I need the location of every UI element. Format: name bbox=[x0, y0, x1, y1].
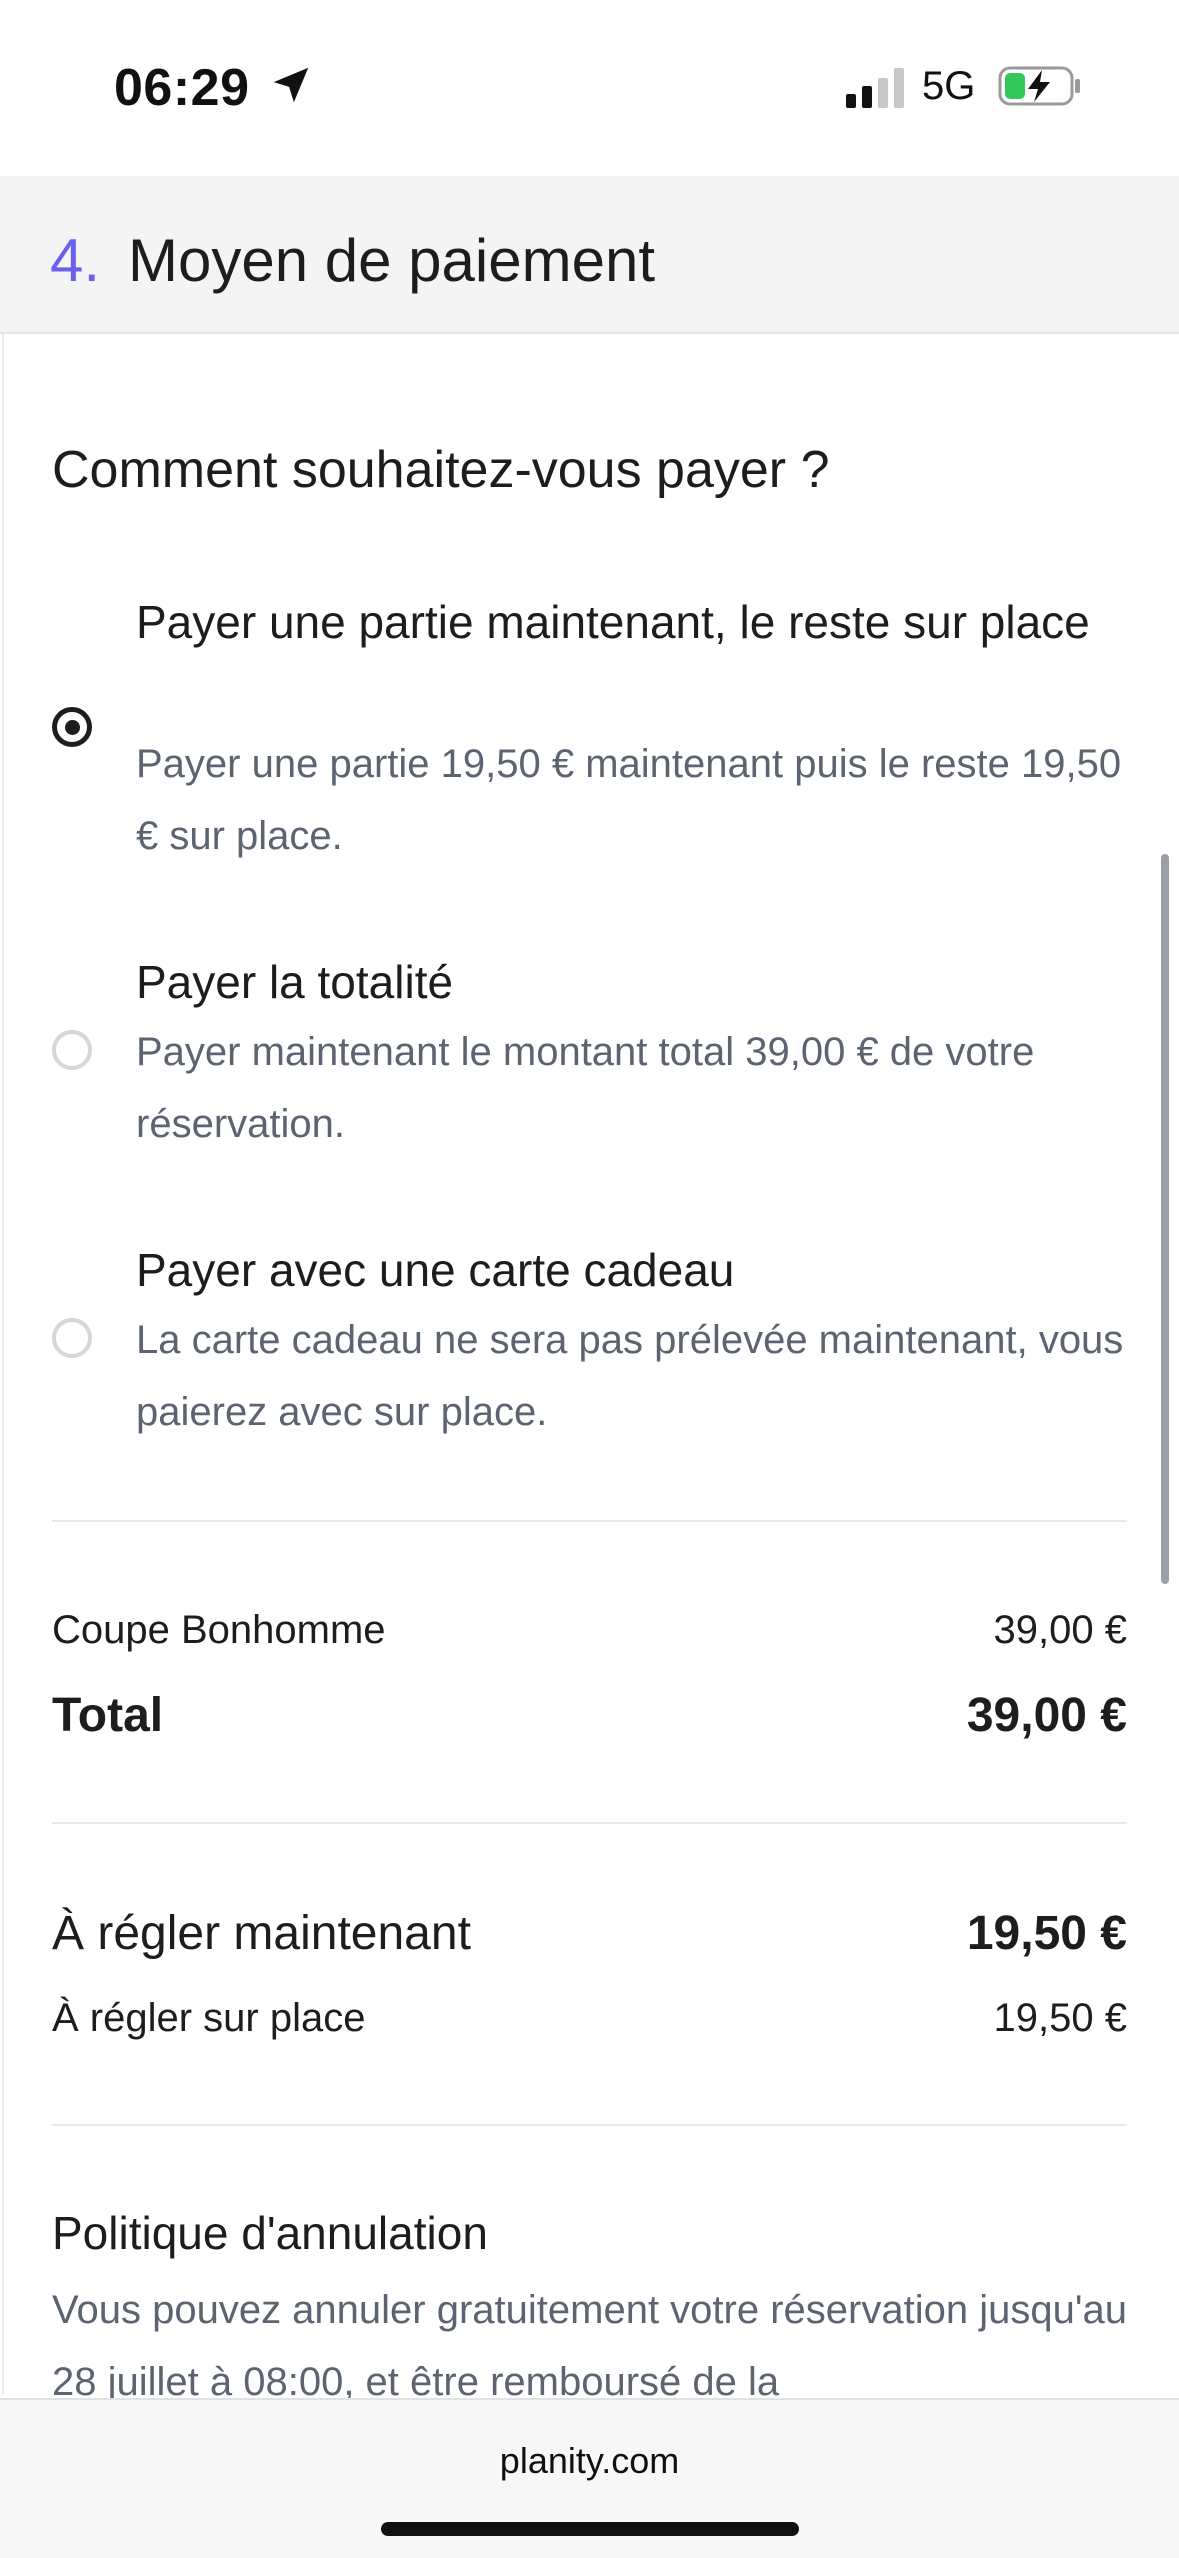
status-bar: 06:29 5G bbox=[0, 0, 1179, 175]
service-price: 39,00 € bbox=[993, 1608, 1127, 1652]
radio-gift-card[interactable] bbox=[52, 1318, 92, 1358]
network-type: 5G bbox=[922, 64, 976, 108]
pay-onsite-label: À régler sur place bbox=[52, 1996, 366, 2040]
divider bbox=[52, 1822, 1127, 1824]
total-value: 39,00 € bbox=[966, 1689, 1127, 1742]
location-arrow-icon bbox=[273, 67, 309, 103]
pay-now-label: À régler maintenant bbox=[52, 1907, 471, 1960]
option-desc-full: Payer maintenant le montant total 39,00 … bbox=[136, 1030, 1035, 1146]
cellular-signal-icon bbox=[846, 68, 904, 108]
radio-full-payment[interactable] bbox=[52, 1030, 92, 1070]
browser-bottom-bar: planity.com bbox=[0, 2398, 1179, 2558]
cancellation-policy-title: Politique d'annulation bbox=[52, 2207, 488, 2259]
divider bbox=[52, 1520, 1127, 1522]
option-desc-gift: La carte cadeau ne sera pas prélevée mai… bbox=[136, 1318, 1124, 1434]
option-title-partial[interactable]: Payer une partie maintenant, le reste su… bbox=[136, 586, 1126, 658]
option-title-full[interactable]: Payer la totalité bbox=[136, 946, 1126, 1018]
cancellation-policy-text: Vous pouvez annuler gratuitement votre r… bbox=[52, 2288, 1127, 2404]
pay-now-value: 19,50 € bbox=[966, 1907, 1127, 1960]
section-header: 4. Moyen de paiement bbox=[0, 176, 1179, 334]
page-title: Moyen de paiement bbox=[128, 227, 655, 294]
scrollbar[interactable] bbox=[1161, 854, 1169, 1584]
home-indicator[interactable] bbox=[381, 2522, 799, 2536]
payment-question: Comment souhaitez-vous payer ? bbox=[52, 441, 830, 499]
option-title-gift[interactable]: Payer avec une carte cadeau bbox=[136, 1234, 1126, 1306]
url-domain[interactable]: planity.com bbox=[0, 2440, 1179, 2482]
step-number: 4. bbox=[50, 227, 101, 294]
radio-partial-payment[interactable] bbox=[52, 707, 92, 747]
service-label: Coupe Bonhomme bbox=[52, 1608, 386, 1652]
battery-charging-icon bbox=[998, 66, 1080, 106]
pay-onsite-value: 19,50 € bbox=[993, 1996, 1127, 2040]
status-time: 06:29 bbox=[114, 59, 250, 117]
divider bbox=[52, 2124, 1127, 2126]
option-desc-partial: Payer une partie 19,50 € maintenant puis… bbox=[136, 742, 1122, 858]
total-label: Total bbox=[52, 1689, 164, 1742]
